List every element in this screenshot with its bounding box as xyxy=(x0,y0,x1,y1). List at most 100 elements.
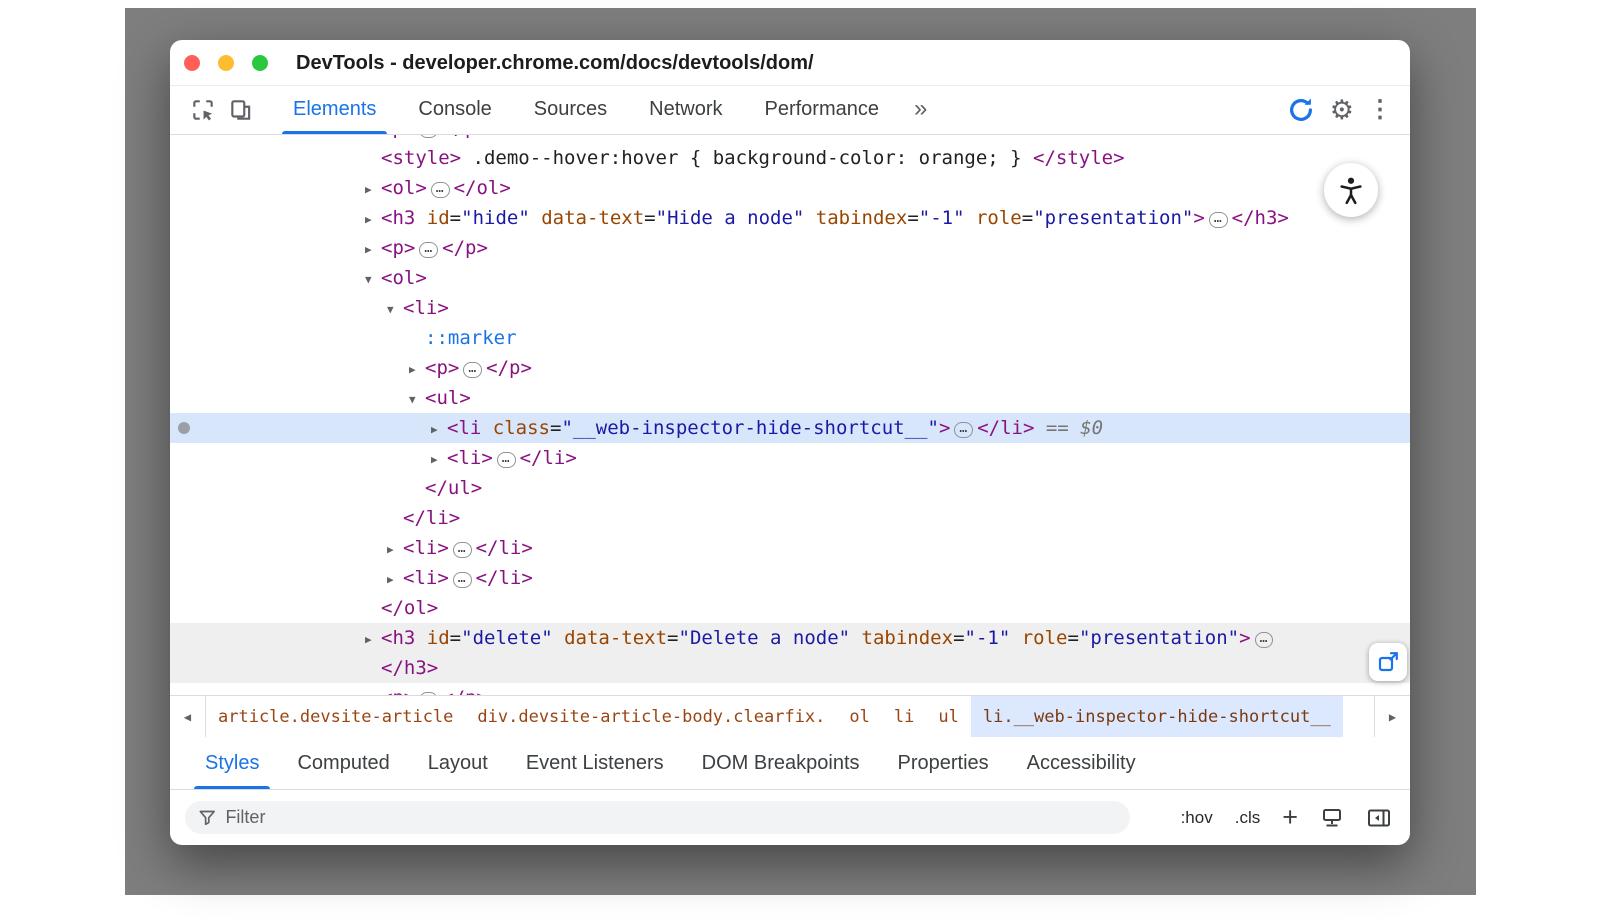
element-classes-button[interactable]: .cls xyxy=(1235,808,1261,828)
expand-arrow-icon[interactable]: ▶ xyxy=(365,235,381,265)
dom-tree-row[interactable]: ▶<p>…</p> xyxy=(170,683,1410,695)
sidebar-tab-styles[interactable]: Styles xyxy=(186,737,278,789)
ellipsis-expand-button[interactable]: … xyxy=(419,135,438,138)
zoom-window-button[interactable] xyxy=(252,55,268,71)
dom-tree-row[interactable]: ▶<li>…</li> xyxy=(170,563,1410,593)
settings-gear-icon[interactable]: ⚙ xyxy=(1330,97,1354,124)
ellipsis-expand-button[interactable]: … xyxy=(419,692,438,695)
kebab-menu-icon[interactable]: ⋮ xyxy=(1368,98,1392,122)
scroll-into-view-button[interactable] xyxy=(1369,643,1407,681)
breadcrumb-item[interactable]: ol xyxy=(837,696,881,737)
expand-arrow-icon[interactable]: ▶ xyxy=(387,535,403,565)
ellipsis-expand-button[interactable]: … xyxy=(453,572,472,588)
sidebar-tab-computed[interactable]: Computed xyxy=(278,737,408,789)
ellipsis-expand-button[interactable]: … xyxy=(431,182,450,198)
tab-network[interactable]: Network xyxy=(628,86,743,134)
ellipsis-expand-button[interactable]: … xyxy=(954,422,973,438)
ellipsis-expand-button[interactable]: … xyxy=(453,542,472,558)
sidebar-tab-event-listeners[interactable]: Event Listeners xyxy=(507,737,683,789)
expand-arrow-icon[interactable]: ▶ xyxy=(365,625,381,655)
toggle-element-state-button[interactable]: :hov xyxy=(1181,808,1213,828)
expand-arrow-icon[interactable]: ▼ xyxy=(409,385,425,415)
filter-funnel-icon xyxy=(198,808,216,827)
dom-tree-row[interactable]: ▼<li> xyxy=(170,293,1410,323)
tab-console[interactable]: Console xyxy=(397,86,512,134)
tab-performance[interactable]: Performance xyxy=(744,86,901,134)
dom-tree-row[interactable]: <style> .demo--hover:hover { background-… xyxy=(170,143,1410,173)
breadcrumb-item[interactable]: div.devsite-article-body.clearfix. xyxy=(465,696,837,737)
extension-refresh-icon[interactable] xyxy=(1286,95,1316,125)
ellipsis-expand-button[interactable]: … xyxy=(419,242,438,258)
expand-arrow-icon[interactable]: ▶ xyxy=(365,205,381,235)
expand-arrow-icon[interactable]: ▶ xyxy=(409,355,425,385)
sidebar-tab-properties[interactable]: Properties xyxy=(879,737,1008,789)
dom-tree-row[interactable]: </ul> xyxy=(170,473,1410,503)
dom-tree-rows: ▶<p>…</p><style> .demo--hover:hover { ba… xyxy=(170,135,1410,695)
breadcrumb-item[interactable]: li.__web-inspector-hide-shortcut__ xyxy=(971,696,1343,737)
dom-token: </p> xyxy=(486,357,532,379)
tab-elements[interactable]: Elements xyxy=(272,86,397,134)
toggle-sidebar-icon[interactable] xyxy=(1366,806,1392,830)
dom-token: $0 xyxy=(1080,417,1103,439)
rendering-emulations-icon[interactable] xyxy=(1320,806,1344,830)
inspect-element-icon[interactable] xyxy=(184,86,222,134)
device-toolbar-icon[interactable] xyxy=(222,86,260,134)
breadcrumb-scroll-right-icon[interactable]: ▶ xyxy=(1374,696,1410,737)
tab-sources[interactable]: Sources xyxy=(513,86,628,134)
dom-token: </ol> xyxy=(454,177,511,199)
ellipsis-expand-button[interactable]: … xyxy=(497,452,516,468)
dom-token xyxy=(553,627,564,649)
dom-tree-row[interactable]: </ol> xyxy=(170,593,1410,623)
devtools-window: DevTools - developer.chrome.com/docs/dev… xyxy=(170,40,1410,845)
toolbar-right-controls: ⚙ ⋮ xyxy=(1286,86,1410,134)
dom-tree-row[interactable]: ▶<h3 id="hide" data-text="Hide a node" t… xyxy=(170,203,1410,233)
filter-field[interactable] xyxy=(185,801,1130,834)
breadcrumb-bar: ◀ article.devsite-articlediv.devsite-art… xyxy=(170,695,1410,737)
breadcrumb-item[interactable]: li xyxy=(882,696,926,737)
dom-tree-row[interactable]: ▶<h3 id="delete" data-text="Delete a nod… xyxy=(170,623,1410,653)
dom-tree-row[interactable]: </h3> xyxy=(170,653,1410,683)
expand-arrow-icon[interactable]: ▼ xyxy=(365,265,381,295)
dom-token: <ul> xyxy=(425,387,471,409)
minimize-window-button[interactable] xyxy=(218,55,234,71)
dom-tree-row[interactable]: ▶<li class="__web-inspector-hide-shortcu… xyxy=(170,413,1410,443)
dom-tree-row[interactable]: ▶<li>…</li> xyxy=(170,533,1410,563)
more-panels-icon[interactable]: » xyxy=(900,86,941,134)
expand-arrow-icon[interactable]: ▶ xyxy=(431,445,447,475)
expand-arrow-icon[interactable]: ▶ xyxy=(365,175,381,205)
dom-tree-row[interactable]: ::marker xyxy=(170,323,1410,353)
close-window-button[interactable] xyxy=(184,55,200,71)
dom-tree-row[interactable]: ▶<ol>…</ol> xyxy=(170,173,1410,203)
ellipsis-expand-button[interactable]: … xyxy=(463,362,482,378)
breadcrumb-item[interactable]: article.devsite-article xyxy=(206,696,465,737)
dom-tree-row[interactable]: ▶<p>…</p> xyxy=(170,353,1410,383)
expand-arrow-icon[interactable]: ▶ xyxy=(387,565,403,595)
filter-input[interactable] xyxy=(225,807,1117,828)
dom-tree-row[interactable]: ▶<li>…</li> xyxy=(170,443,1410,473)
dom-token: .demo--hover:hover { background-color: o… xyxy=(461,147,1033,169)
expand-arrow-icon[interactable]: ▶ xyxy=(431,415,447,445)
dom-token: <li> xyxy=(403,537,449,559)
new-style-rule-button[interactable]: + xyxy=(1282,804,1298,831)
expand-arrow-icon[interactable]: ▼ xyxy=(387,295,403,325)
dom-token: "presentation" xyxy=(1033,207,1193,229)
dom-tree-row[interactable]: ▶<p>…</p> xyxy=(170,233,1410,263)
expand-arrow-icon[interactable]: ▶ xyxy=(365,685,381,695)
dom-token: <li> xyxy=(447,447,493,469)
dom-tree-row[interactable]: ▼<ol> xyxy=(170,263,1410,293)
ellipsis-expand-button[interactable]: … xyxy=(1255,632,1274,648)
breadcrumb-scroll-left-icon[interactable]: ◀ xyxy=(170,696,206,737)
dom-token: "Delete a node" xyxy=(679,627,851,649)
dom-tree-row[interactable]: ▶<p>…</p> xyxy=(170,135,1410,143)
ellipsis-expand-button[interactable]: … xyxy=(1209,212,1228,228)
dom-token: "-1" xyxy=(919,207,965,229)
sidebar-tab-layout[interactable]: Layout xyxy=(409,737,507,789)
dom-token: "delete" xyxy=(461,627,553,649)
breadcrumb-item[interactable]: ul xyxy=(926,696,970,737)
accessibility-overlay-button[interactable] xyxy=(1324,163,1378,217)
dom-tree-row[interactable]: ▼<ul> xyxy=(170,383,1410,413)
accessibility-person-icon xyxy=(1336,175,1366,205)
sidebar-tab-accessibility[interactable]: Accessibility xyxy=(1008,737,1155,789)
sidebar-tab-dom-breakpoints[interactable]: DOM Breakpoints xyxy=(683,737,879,789)
dom-tree-row[interactable]: </li> xyxy=(170,503,1410,533)
